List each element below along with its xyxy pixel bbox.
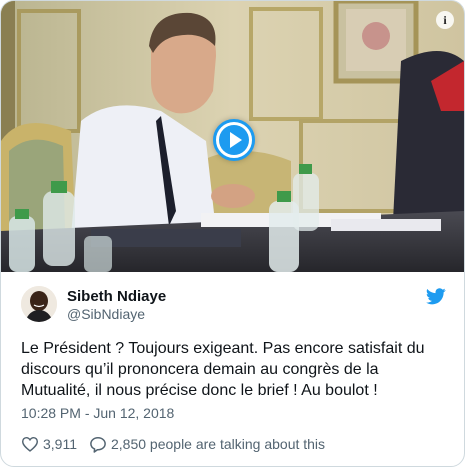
- tweet-author: Sibeth Ndiaye @SibNdiaye: [21, 286, 446, 326]
- speech-bubble-icon: [90, 436, 106, 453]
- info-icon[interactable]: i: [436, 11, 454, 29]
- tweet-text: Le Président ? Toujours exigeant. Pas en…: [21, 340, 425, 399]
- avatar-image: [21, 286, 57, 322]
- heart-icon: [21, 436, 39, 452]
- avatar[interactable]: [21, 286, 57, 322]
- conversation-action[interactable]: 2,850 people are talking about this: [89, 436, 325, 453]
- play-icon: [230, 132, 242, 148]
- tweet-timestamp[interactable]: 10:28 PM - Jun 12, 2018: [21, 405, 174, 421]
- play-icon-circle: [219, 125, 249, 155]
- tweet-embed-card: i Sibeth Ndiaye @SibNdiaye Le Président …: [0, 0, 465, 467]
- talking-count-text: 2,850 people are talking about this: [111, 436, 326, 452]
- video-thumbnail[interactable]: i: [1, 1, 464, 272]
- like-action[interactable]: 3,911: [21, 436, 77, 452]
- author-handle[interactable]: @SibNdiaye: [67, 306, 145, 322]
- twitter-bird-icon[interactable]: [426, 288, 446, 305]
- play-button[interactable]: [213, 119, 255, 161]
- like-count: 3,911: [43, 436, 77, 452]
- author-display-name[interactable]: Sibeth Ndiaye: [67, 288, 166, 305]
- tweet-actions: 3,911 2,850 people are talking about thi…: [21, 434, 325, 454]
